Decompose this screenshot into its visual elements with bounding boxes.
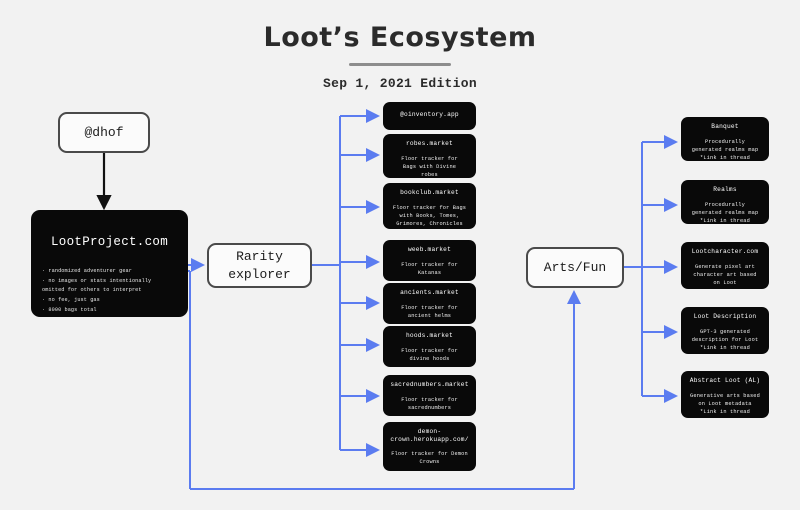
wire-rarity-fanout <box>312 109 380 457</box>
node-arts-child[interactable]: Lootcharacter.com Generate pixel art cha… <box>681 242 769 289</box>
node-rarity-child[interactable]: sacrednumbers.market Floor tracker for s… <box>383 375 476 416</box>
title-divider <box>349 63 451 66</box>
node-arts-child[interactable]: Abstract Loot (AL) Generative arts based… <box>681 371 769 418</box>
node-rarity-child[interactable]: robes.market Floor tracker for Bags with… <box>383 134 476 178</box>
node-loot-project[interactable]: LootProject.com · randomized adventurer … <box>31 210 188 317</box>
node-desc: Floor tracker for Bags with Books, Tomes… <box>392 205 467 228</box>
node-desc: Procedurally generated realms map *Link … <box>691 202 759 224</box>
node-title: Banquet <box>711 123 739 130</box>
node-desc: Floor tracker for divine hoods <box>401 348 458 363</box>
node-rarity-explorer[interactable]: Rarity explorer <box>207 243 312 288</box>
node-title: weeb.market <box>407 246 452 253</box>
node-title: ancients.market <box>400 289 459 296</box>
node-title: Loot Description <box>693 313 757 320</box>
node-rarity-child[interactable]: weeb.market Floor tracker for Katanas <box>383 240 476 281</box>
node-rarity-child[interactable]: bookclub.market Floor tracker for Bags w… <box>383 183 476 229</box>
node-arts-child[interactable]: Loot Description GPT-3 generated descrip… <box>681 307 769 354</box>
node-title: bookclub.market <box>400 189 459 196</box>
node-author[interactable]: @dhof <box>58 112 150 153</box>
node-rarity-explorer-label: Rarity explorer <box>228 248 291 282</box>
node-title: sacrednumbers.market <box>390 381 469 388</box>
node-arts-fun-label: Arts/Fun <box>543 259 607 275</box>
wire-arts-fanout <box>624 135 678 403</box>
node-arts-child[interactable]: Banquet Procedurally generated realms ma… <box>681 117 769 161</box>
page-subtitle: Sep 1, 2021 Edition <box>323 76 477 91</box>
node-title: Lootcharacter.com <box>691 248 759 255</box>
node-desc: GPT-3 generated description for Loot *Li… <box>691 329 759 352</box>
node-loot-project-title: LootProject.com <box>50 235 169 249</box>
node-rarity-child[interactable]: demon- crown.herokuapp.com/ Floor tracke… <box>383 422 476 471</box>
node-author-label: @dhof <box>84 124 124 140</box>
node-rarity-child[interactable]: hoods.market Floor tracker for divine ho… <box>383 326 476 367</box>
node-desc: Procedurally generated realms map *Link … <box>691 139 759 161</box>
node-title: demon- crown.herokuapp.com/ <box>390 428 469 444</box>
node-title: Realms <box>713 186 737 193</box>
diagram-canvas: Loot’s Ecosystem Sep 1, 2021 Edition @dh… <box>0 0 800 510</box>
node-title: hoods.market <box>406 332 453 339</box>
node-desc: Floor tracker for Demon Crowns <box>391 450 468 465</box>
node-desc: Generative arts based on Loot metadata *… <box>690 393 760 416</box>
node-arts-fun[interactable]: Arts/Fun <box>526 247 624 288</box>
node-desc: Generate pixel art character art based o… <box>693 264 757 287</box>
node-rarity-child[interactable]: @oinventory.app <box>383 102 476 130</box>
node-arts-child[interactable]: Realms Procedurally generated realms map… <box>681 180 769 224</box>
node-desc: Floor tracker for sacrednumbers <box>401 397 458 412</box>
node-desc: Floor tracker for ancient helms <box>401 305 458 320</box>
node-loot-project-bullets: · randomized adventurer gear · no images… <box>42 268 152 313</box>
page-title: Loot’s Ecosystem <box>263 22 537 53</box>
node-title: Abstract Loot (AL) <box>689 377 761 384</box>
node-desc: Floor tracker for Katanas <box>401 262 458 277</box>
node-desc: Floor tracker for Bags with Divine robes <box>401 156 458 178</box>
wire-loot-loop-to-arts <box>188 270 581 490</box>
node-rarity-child[interactable]: ancients.market Floor tracker for ancien… <box>383 283 476 324</box>
node-title: robes.market <box>406 140 453 147</box>
node-title: @oinventory.app <box>400 111 459 119</box>
